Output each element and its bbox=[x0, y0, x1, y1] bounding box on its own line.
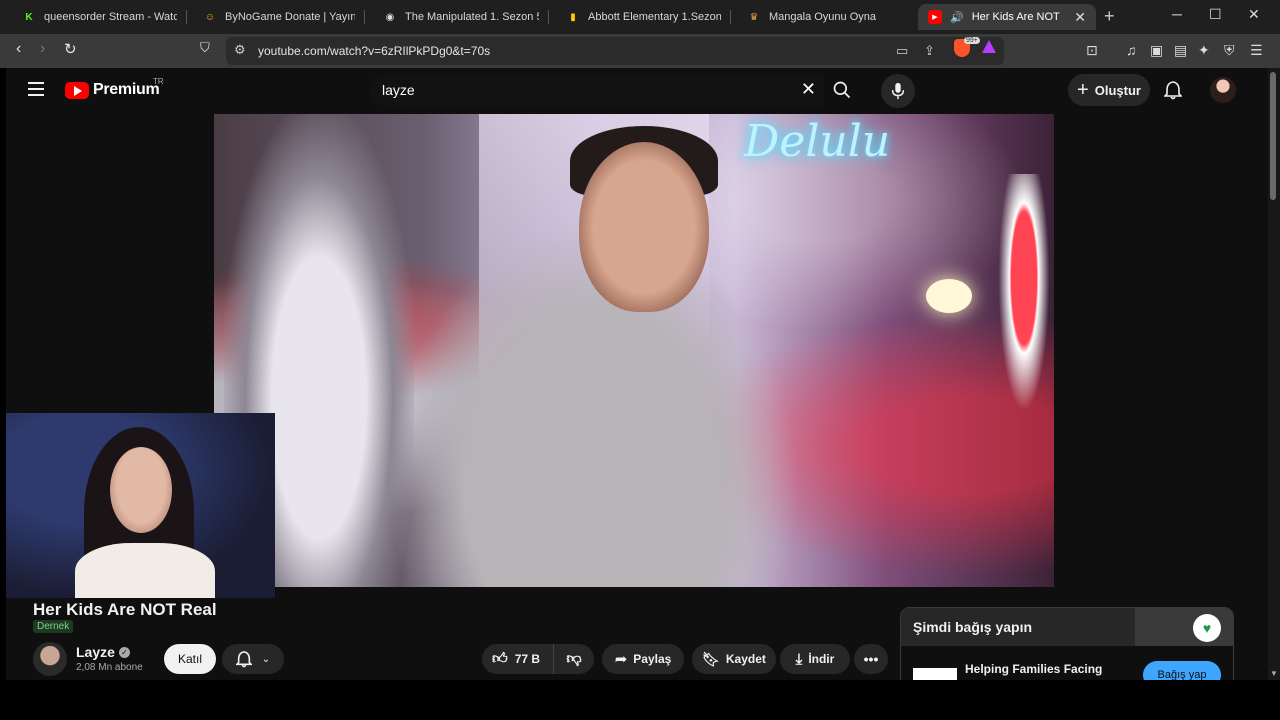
share-icon[interactable]: ⇪ bbox=[924, 43, 935, 59]
search-icon bbox=[833, 81, 851, 99]
subscriber-count: 2,08 Mn abone bbox=[76, 662, 143, 673]
like-dislike-group: 👍︎ 77 B 👎︎ bbox=[482, 644, 594, 674]
join-button[interactable]: Katıl bbox=[164, 644, 216, 674]
microphone-icon bbox=[891, 82, 905, 100]
share-button[interactable]: ➦ Paylaş bbox=[602, 644, 684, 674]
menu-icon[interactable]: ☰ bbox=[1250, 42, 1263, 59]
more-actions-button[interactable]: ••• bbox=[854, 644, 888, 674]
nonprofit-badge[interactable]: Dernek bbox=[33, 620, 74, 633]
notifications-button[interactable] bbox=[1163, 80, 1183, 105]
youtube-premium-logo[interactable]: Premium TR bbox=[65, 77, 164, 99]
vpn-icon[interactable]: ⛨ bbox=[1224, 42, 1235, 59]
new-tab-button[interactable]: + bbox=[1104, 6, 1115, 27]
subscription-settings-button[interactable]: ⌄ bbox=[222, 644, 284, 674]
cause-thumbnail bbox=[913, 668, 957, 680]
create-button[interactable]: + Oluştur bbox=[1068, 74, 1150, 106]
cause-title[interactable]: Helping Families Facing bbox=[965, 662, 1102, 676]
site-icon: ◉ bbox=[385, 11, 395, 23]
dislike-button[interactable]: 👎︎ bbox=[554, 650, 594, 668]
cast-icon[interactable]: ▭ bbox=[896, 43, 908, 59]
address-bar[interactable]: ⚙ youtube.com/watch?v=6zRIlPkPDg0&t=70s … bbox=[226, 37, 1004, 65]
bell-icon bbox=[235, 651, 252, 668]
video-title: Her Kids Are NOT Real bbox=[33, 600, 217, 619]
site-icon: ▮ bbox=[570, 11, 576, 23]
reload-icon[interactable]: ↻ bbox=[64, 40, 77, 58]
browser-tab[interactable]: ◉ The Manipulated 1. Sezon 5. Bö bbox=[373, 4, 549, 30]
youtube-play-icon bbox=[65, 81, 89, 99]
search-input[interactable]: layze ✕ bbox=[370, 74, 824, 106]
minimize-icon[interactable]: ─ bbox=[1172, 6, 1182, 22]
channel-avatar[interactable] bbox=[33, 642, 67, 676]
browser-tab-strip: K queensorder Stream - Watch Liv ☺ ByNoG… bbox=[0, 0, 1280, 34]
bookmark-icon: 🔖︎ bbox=[702, 650, 720, 667]
browser-tab[interactable]: ♛ Mangala Oyunu Oyna bbox=[737, 4, 912, 30]
sidebar-icon[interactable]: ▣ bbox=[1150, 42, 1163, 59]
plus-icon: + bbox=[1077, 79, 1089, 101]
share-arrow-icon: ➦ bbox=[614, 651, 628, 668]
bell-icon bbox=[1163, 81, 1183, 100]
brave-rewards-icon[interactable] bbox=[982, 40, 996, 53]
youtube-page: Premium TR layze ✕ + Oluştur Delulu Her … bbox=[6, 68, 1268, 680]
speaker-icon: 🔊 bbox=[950, 11, 964, 24]
donation-panel: Şimdi bağış yapın ♥ Helping Families Fac… bbox=[900, 607, 1234, 680]
download-icon: ⤓ bbox=[795, 650, 803, 668]
verified-icon: ✓ bbox=[118, 646, 130, 658]
donate-button[interactable]: Bağış yap bbox=[1143, 661, 1221, 680]
page-scrollbar[interactable]: ▼ bbox=[1268, 68, 1280, 680]
thumbs-up-icon: 👍︎ bbox=[492, 650, 508, 667]
browser-tab[interactable]: ▮ Abbott Elementary 1.Sezon 1.Bö bbox=[556, 4, 731, 30]
trophy-icon: ♛ bbox=[749, 11, 759, 23]
channel-name[interactable]: Layze ✓ bbox=[76, 644, 130, 660]
clear-search-icon[interactable]: ✕ bbox=[801, 79, 816, 100]
browser-tab[interactable]: K queensorder Stream - Watch Liv bbox=[12, 4, 187, 30]
chevron-down-icon: ⌄ bbox=[261, 653, 271, 665]
close-tab-icon[interactable]: ✕ bbox=[1074, 9, 1086, 26]
scroll-down-icon[interactable]: ▼ bbox=[1270, 669, 1278, 678]
kick-icon: K bbox=[25, 11, 33, 23]
video-frame-person bbox=[579, 142, 709, 312]
back-icon[interactable]: ‹ bbox=[16, 40, 21, 58]
account-avatar[interactable] bbox=[1210, 77, 1236, 103]
browser-tab[interactable]: ☺ ByNoGame Donate | Yayıncıya C bbox=[193, 4, 365, 30]
leo-ai-icon[interactable]: ✦ bbox=[1198, 42, 1210, 59]
site-settings-icon[interactable]: ⚙ bbox=[234, 42, 246, 58]
shield-count-badge: 99+ bbox=[964, 37, 980, 44]
guide-menu-icon[interactable] bbox=[28, 82, 44, 100]
video-player[interactable]: Delulu bbox=[214, 114, 1054, 587]
save-button[interactable]: 🔖︎ Kaydet bbox=[692, 644, 776, 674]
download-button[interactable]: ⤓ İndir bbox=[780, 644, 850, 674]
forward-icon[interactable]: › bbox=[40, 40, 45, 58]
youtube-icon: ▶ bbox=[928, 10, 942, 24]
like-button[interactable]: 👍︎ 77 B bbox=[482, 644, 554, 674]
more-horizontal-icon: ••• bbox=[863, 651, 879, 667]
browser-toolbar: ‹ › ↻ ⛉ ⚙ youtube.com/watch?v=6zRIlPkPDg… bbox=[0, 34, 1280, 68]
bookmark-icon[interactable]: ⛉ bbox=[200, 40, 210, 56]
neon-sign-text: Delulu bbox=[744, 116, 891, 167]
donation-header: Şimdi bağış yapın bbox=[913, 619, 1033, 635]
thumbs-down-icon: 👎︎ bbox=[566, 650, 582, 667]
search-button[interactable] bbox=[822, 74, 862, 106]
voice-search-button[interactable] bbox=[881, 74, 915, 108]
media-icon[interactable]: ♫ bbox=[1126, 42, 1137, 58]
bynogame-icon: ☺ bbox=[204, 11, 216, 23]
donate-heart-icon: ♥ bbox=[1193, 614, 1221, 642]
maximize-icon[interactable]: ☐ bbox=[1209, 6, 1222, 23]
webcam-overlay bbox=[6, 413, 275, 598]
window-close-icon[interactable]: ✕ bbox=[1248, 6, 1260, 23]
browser-tab-active[interactable]: ▶ 🔊 Her Kids Are NOT Real ✕ bbox=[918, 4, 1096, 30]
screenshot-icon[interactable]: ⊡ bbox=[1086, 42, 1098, 59]
url-text[interactable]: youtube.com/watch?v=6zRIlPkPDg0&t=70s bbox=[258, 44, 490, 58]
wallet-icon[interactable]: ▤ bbox=[1174, 42, 1187, 59]
